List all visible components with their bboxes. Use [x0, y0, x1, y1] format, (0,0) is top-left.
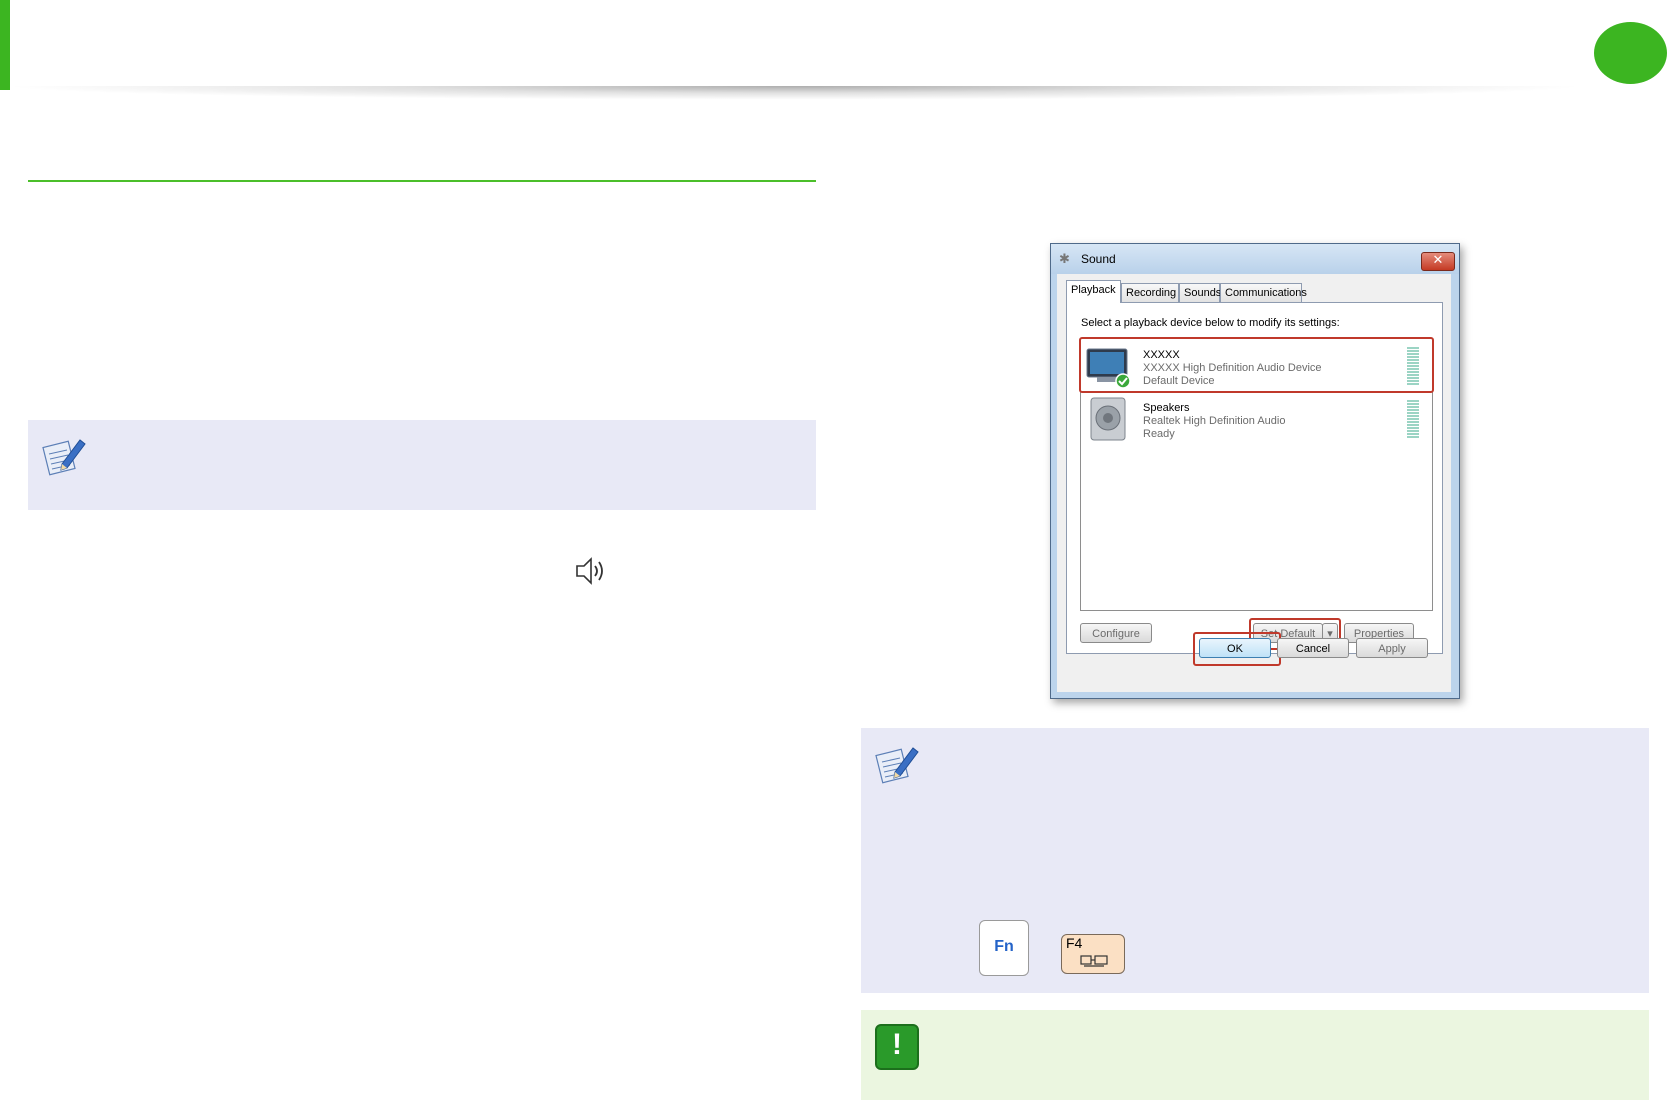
- dialog-titlebar: ✱ Sound ✕: [1051, 244, 1459, 274]
- cancel-button[interactable]: Cancel: [1277, 638, 1349, 658]
- tab-playback[interactable]: Playback: [1066, 280, 1121, 303]
- highlight-frame: [1193, 632, 1281, 666]
- device-name: Speakers: [1143, 402, 1190, 414]
- speaker-device-icon: [1090, 397, 1126, 441]
- dialog-title: Sound: [1081, 252, 1116, 266]
- apply-button[interactable]: Apply: [1356, 638, 1428, 658]
- tab-recording[interactable]: Recording: [1121, 283, 1179, 302]
- close-button[interactable]: ✕: [1421, 252, 1455, 271]
- exclamation-icon: !: [875, 1024, 919, 1070]
- note-pencil-icon: [875, 747, 919, 784]
- instruction-text: Select a playback device below to modify…: [1081, 317, 1340, 329]
- f4-key: F4: [1061, 934, 1125, 974]
- list-item-device-speakers[interactable]: Speakers Realtek High Definition Audio R…: [1081, 392, 1432, 444]
- f4-key-label: F4: [1066, 935, 1083, 951]
- device-list: XXXXX XXXXX High Definition Audio Device…: [1079, 337, 1434, 611]
- fn-key-label: Fn: [994, 938, 1014, 955]
- fn-key: Fn: [979, 920, 1029, 976]
- tab-sounds[interactable]: Sounds: [1179, 283, 1221, 302]
- chapter-indicator: [1594, 22, 1667, 84]
- configure-button[interactable]: Configure: [1080, 623, 1152, 643]
- header-accent-bar: [0, 0, 10, 90]
- note-box: Fn F4: [861, 728, 1649, 993]
- header-divider: [0, 86, 1590, 100]
- playback-panel: Select a playback device below to modify…: [1066, 302, 1443, 654]
- list-item-device-default[interactable]: XXXXX XXXXX High Definition Audio Device…: [1079, 337, 1434, 393]
- sound-dialog: ✱ Sound ✕ Playback Recording Sounds Comm…: [1050, 243, 1460, 699]
- volume-level-meter: [1407, 400, 1419, 438]
- device-status: Ready: [1143, 428, 1175, 440]
- speaker-volume-icon: [576, 557, 603, 585]
- warning-box: !: [861, 1010, 1649, 1100]
- device-driver: Realtek High Definition Audio: [1143, 415, 1286, 427]
- section-divider: [28, 180, 816, 182]
- note-box: [28, 420, 816, 510]
- tab-communications[interactable]: Communications: [1220, 283, 1307, 302]
- note-pencil-icon: [42, 439, 86, 476]
- highlight-frame: [1079, 337, 1434, 393]
- display-switch-icon: [1080, 955, 1108, 967]
- close-icon: ✕: [1432, 253, 1444, 268]
- dialog-body: Playback Recording Sounds Communications…: [1057, 274, 1451, 692]
- sound-speaker-icon: ✱: [1059, 252, 1070, 267]
